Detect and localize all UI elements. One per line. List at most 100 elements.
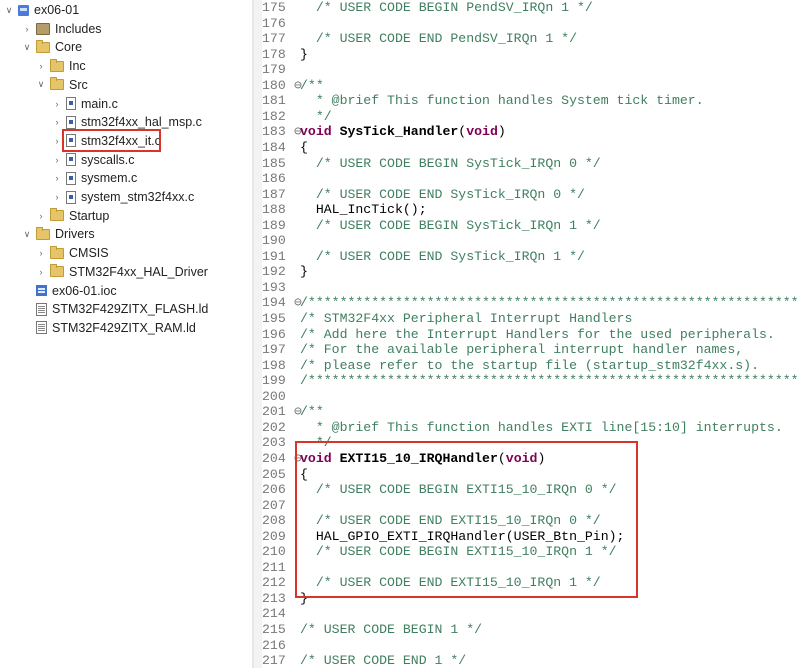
folder-icon	[36, 39, 50, 53]
tree-item-label: stm32f4xx_hal_msp.c	[81, 115, 202, 130]
code-comment: /* For the available peripheral interrup…	[300, 342, 744, 358]
line-number: 209	[262, 528, 286, 544]
line-number: 199	[262, 373, 286, 389]
tree-item[interactable]: ∨ ex06-01	[4, 1, 79, 19]
line-number: 203	[262, 435, 286, 451]
line-number: 202	[262, 419, 286, 435]
tree-item-label: Core	[55, 40, 83, 55]
code-comment: /* STM32F4xx Peripheral Interrupt Handle…	[300, 311, 633, 326]
line-number: 196	[262, 326, 286, 342]
code-line: 199 /************************************…	[262, 373, 798, 389]
tree-item[interactable]: › Startup	[36, 207, 109, 225]
chevron-right-icon[interactable]: ›	[52, 155, 62, 165]
line-number: 215	[262, 622, 286, 637]
chevron-right-icon[interactable]: ›	[52, 192, 62, 202]
tree-item-label: main.c	[81, 96, 118, 111]
code-highlight-box	[295, 441, 638, 598]
chevron-right-icon[interactable]: ›	[36, 211, 46, 221]
chevron-right-icon[interactable]: ›	[22, 24, 32, 34]
line-number: 191	[262, 248, 286, 264]
line-number: 205	[262, 466, 286, 482]
chevron-down-icon[interactable]: ∨	[4, 5, 14, 16]
tree-item[interactable]: › system_stm32f4xx.c	[52, 188, 195, 206]
tree-item[interactable]: › STM32F4xx_HAL_Driver	[36, 263, 208, 281]
folder-icon	[50, 58, 64, 72]
folder-icon	[36, 226, 50, 240]
code-line: 186	[262, 171, 300, 187]
line-number: 195	[262, 311, 286, 326]
tree-item[interactable]: › syscalls.c	[52, 151, 135, 169]
tree-item[interactable]: › main.c	[52, 95, 118, 113]
code-line: 202 * @brief This function handles EXTI …	[262, 420, 783, 436]
code-comment: /* USER CODE BEGIN SysTick_IRQn 0 */	[300, 155, 601, 171]
code-line: 177 /* USER CODE END PendSV_IRQn 1 */	[262, 31, 577, 47]
chevron-right-icon[interactable]: ›	[36, 61, 46, 71]
line-number: 186	[262, 171, 286, 187]
line-number: 198	[262, 357, 286, 373]
linker-file-icon	[36, 302, 47, 316]
c-file-icon	[66, 190, 76, 204]
code-line: 216	[262, 638, 300, 654]
code-comment: /* USER CODE END 1 */	[300, 653, 467, 668]
chevron-down-icon[interactable]: ∨	[22, 229, 32, 240]
tree-item[interactable]: ∨ Drivers	[22, 225, 95, 243]
tree-item[interactable]: ∨ Core	[22, 38, 82, 56]
tree-item[interactable]: › Includes	[22, 20, 102, 38]
code-line: 176	[262, 16, 300, 32]
chevron-right-icon[interactable]: ›	[52, 117, 62, 127]
code-text: HAL_IncTick();	[300, 202, 427, 218]
chevron-right-icon[interactable]: ›	[52, 99, 62, 109]
c-file-icon	[66, 153, 76, 167]
line-number: 211	[262, 559, 286, 575]
chevron-down-icon[interactable]: ∨	[22, 42, 32, 53]
code-comment: /**	[300, 404, 324, 420]
line-number: 208	[262, 513, 286, 529]
tree-item[interactable]: ›STM32F429ZITX_RAM.ld	[22, 319, 196, 337]
line-number: 206	[262, 482, 286, 498]
line-number: 192	[262, 264, 286, 280]
tree-item-label: Inc	[69, 59, 86, 74]
chevron-right-icon[interactable]: ›	[52, 173, 62, 183]
tree-item-label: ex06-01	[34, 3, 80, 17]
folder-icon	[50, 77, 64, 91]
code-line: 188 HAL_IncTick();	[262, 202, 427, 218]
code-line: 189 /* USER CODE BEGIN SysTick_IRQn 1 */	[262, 218, 601, 234]
chevron-right-icon[interactable]: ›	[36, 267, 46, 277]
code-line: 178}	[262, 47, 308, 63]
chevron-down-icon[interactable]: ∨	[36, 79, 46, 90]
line-number: 193	[262, 279, 286, 295]
tree-item[interactable]: › Inc	[36, 57, 86, 75]
code-line: 198 /* please refer to the startup file (…	[262, 358, 759, 374]
line-number: 185	[262, 155, 286, 171]
code-line: 195 /* STM32F4xx Peripheral Interrupt Han…	[262, 311, 632, 327]
line-number: 216	[262, 637, 286, 653]
tree-item[interactable]: › CMSIS	[36, 244, 109, 262]
line-number: 180	[262, 77, 286, 93]
tree-item-label: STM32F4xx_HAL_Driver	[69, 264, 208, 279]
code-line: 179	[262, 62, 300, 78]
tree-item[interactable]: ›ex06-01.ioc	[22, 282, 117, 300]
chevron-right-icon[interactable]: ›	[36, 248, 46, 258]
c-file-icon	[66, 97, 76, 110]
line-number: 197	[262, 342, 286, 358]
code-comment: /* USER CODE BEGIN SysTick_IRQn 1 */	[300, 217, 601, 233]
project-explorer: ∨ ex06-01 › Includes ∨ Core › Inc ∨ Src › main.c › st…	[0, 0, 252, 668]
tree-item[interactable]: ∨ Src	[36, 76, 88, 94]
paren: )	[497, 124, 506, 140]
tree-item[interactable]: › sysmem.c	[52, 169, 138, 187]
code-comment: * @brief This function handles EXTI line…	[300, 419, 783, 435]
line-number: 184	[262, 139, 286, 155]
line-number: 183	[262, 124, 286, 140]
line-number: 201	[262, 404, 286, 420]
c-file-icon	[66, 115, 76, 129]
code-comment: /***************************************…	[300, 373, 798, 389]
code-line: 187 /* USER CODE END SysTick_IRQn 0 */	[262, 187, 585, 203]
tree-item-label: STM32F429ZITX_RAM.ld	[52, 320, 196, 335]
line-number: 194	[262, 295, 286, 311]
chevron-right-icon[interactable]: ›	[52, 136, 62, 146]
line-number: 177	[262, 31, 286, 47]
code-line: 185 /* USER CODE BEGIN SysTick_IRQn 0 */	[262, 156, 601, 172]
tree-item[interactable]: ›STM32F429ZITX_FLASH.ld	[22, 300, 208, 318]
tree-item-label: sysmem.c	[81, 171, 138, 186]
